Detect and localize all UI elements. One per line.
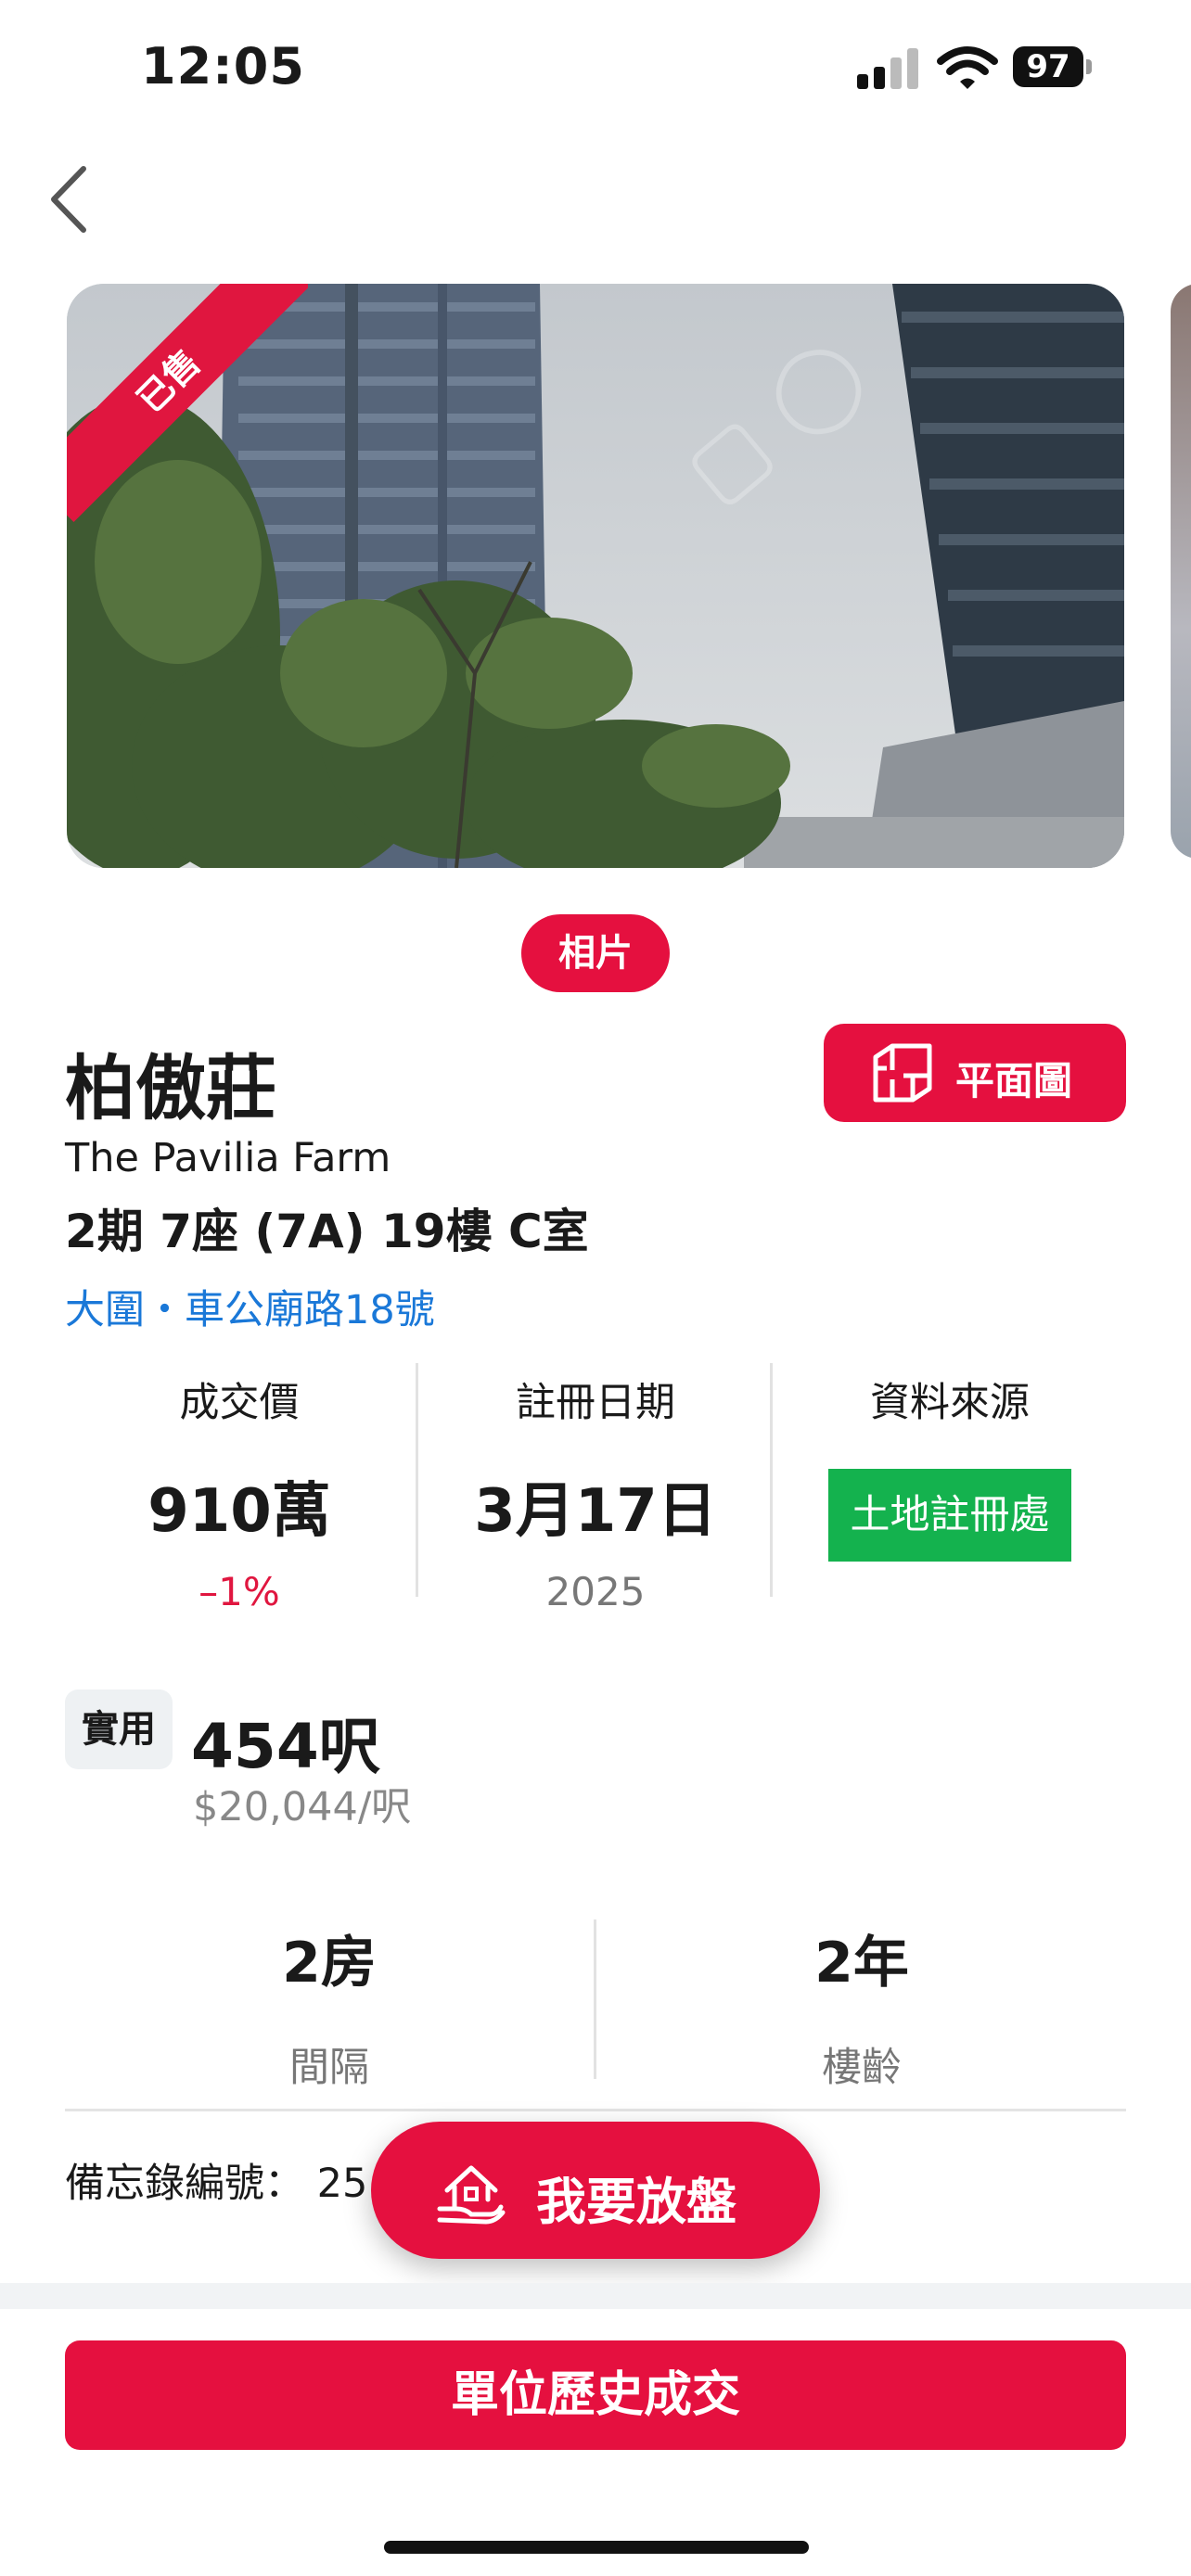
price-per-sqft: $20,044/呎 <box>193 1784 412 1830</box>
battery-icon: 97 <box>1013 46 1093 87</box>
section-separator <box>0 2283 1191 2309</box>
date-label: 註冊日期 <box>516 1380 675 1426</box>
date-value: 3月17日 <box>474 1477 717 1546</box>
date-stat: 註冊日期 3月17日 2025 <box>419 1363 772 1614</box>
property-name-zh: 柏傲莊 <box>65 1047 276 1129</box>
rooms-info: 2房 間隔 <box>65 1918 594 2093</box>
unit-history-button[interactable]: 單位歷史成交 <box>65 2340 1126 2450</box>
date-year: 2025 <box>545 1569 646 1614</box>
age-info: 2年 樓齡 <box>597 1918 1126 2093</box>
info-divider <box>594 1919 596 2079</box>
price-change: –1% <box>198 1569 280 1614</box>
floorplan-icon <box>872 1042 933 1103</box>
address-link[interactable]: 大圍・車公廟路18號 <box>65 1278 435 1335</box>
memo-number: 備忘錄編號： 25 <box>65 2151 367 2209</box>
list-property-button[interactable]: 我要放盤 <box>371 2122 820 2259</box>
next-photo-peek[interactable] <box>1171 284 1191 859</box>
unit-description: 2期 7座 (7A) 19樓 C室 <box>65 1205 589 1258</box>
price-stat: 成交價 910萬 –1% <box>63 1363 416 1614</box>
floorplan-label: 平面圖 <box>955 1059 1073 1103</box>
cellular-signal-icon <box>857 46 922 89</box>
stat-divider <box>416 1363 418 1597</box>
stat-divider <box>770 1363 773 1597</box>
memo-value: 25 <box>316 2161 368 2207</box>
saleable-area-tag: 實用 <box>65 1690 173 1769</box>
sold-ribbon: 已售 <box>67 284 308 525</box>
floorplan-button[interactable]: 平面圖 <box>824 1024 1126 1122</box>
house-hand-icon <box>434 2155 508 2229</box>
price-label: 成交價 <box>179 1380 300 1426</box>
battery-level: 97 <box>1013 46 1083 87</box>
source-stat: 資料來源 土地註冊處 <box>774 1363 1126 1595</box>
rooms-value: 2房 <box>282 1931 377 1996</box>
home-indicator[interactable] <box>384 2541 809 2554</box>
list-property-label: 我要放盤 <box>536 2174 736 2230</box>
back-button[interactable] <box>45 158 100 241</box>
source-badge: 土地註冊處 <box>828 1469 1071 1562</box>
photos-button[interactable]: 相片 <box>521 914 670 992</box>
saleable-area-value: 454呎 <box>191 1711 380 1782</box>
memo-label: 備忘錄編號： <box>65 2161 304 2207</box>
property-name-en: The Pavilia Farm <box>65 1135 391 1181</box>
section-divider <box>65 2109 1126 2111</box>
age-value: 2年 <box>814 1931 909 1996</box>
chevron-left-icon <box>51 166 86 233</box>
source-label: 資料來源 <box>870 1380 1030 1426</box>
rooms-label: 間隔 <box>289 2045 369 2091</box>
wifi-icon <box>937 45 998 91</box>
sold-label: 已售 <box>67 284 308 523</box>
status-time: 12:05 <box>141 37 305 96</box>
price-value: 910萬 <box>147 1477 331 1546</box>
age-label: 樓齡 <box>822 2045 902 2091</box>
